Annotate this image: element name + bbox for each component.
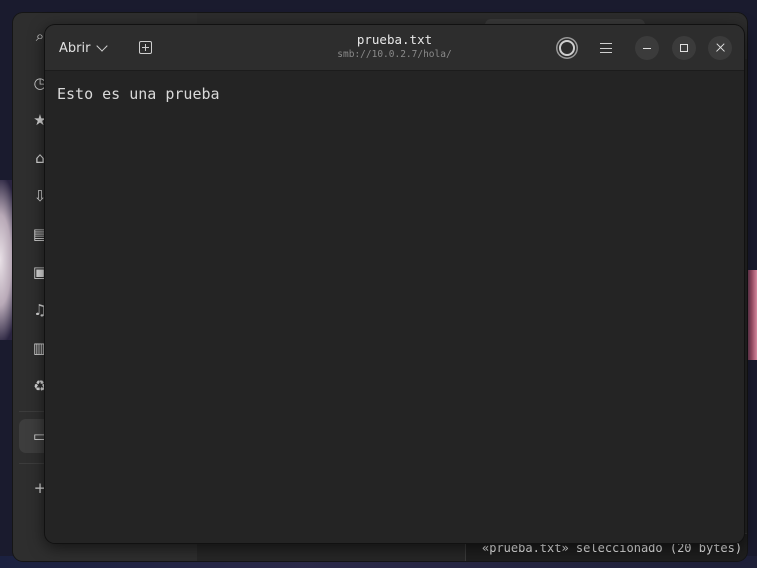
chevron-down-icon [96,40,109,52]
text-view[interactable]: Esto es una prueba [45,71,744,543]
sidebar-separator [19,411,47,412]
main-menu-button[interactable] [594,36,618,60]
minimize-button[interactable] [635,36,659,60]
menu-icon [600,43,612,45]
maximize-button[interactable] [672,36,696,60]
new-tab-button[interactable] [133,36,159,60]
text-editor-window: Abrir prueba.txt smb://10.0.2.7/hola/ Es… [45,25,744,543]
open-label: Abrir [59,40,91,56]
open-button[interactable]: Abrir [53,34,112,62]
sidebar-separator [19,463,47,464]
gear-icon [559,40,575,56]
headerbar: Abrir prueba.txt smb://10.0.2.7/hola/ [45,25,744,71]
new-tab-icon [139,41,152,54]
settings-button[interactable] [555,36,579,60]
close-button[interactable] [708,36,732,60]
